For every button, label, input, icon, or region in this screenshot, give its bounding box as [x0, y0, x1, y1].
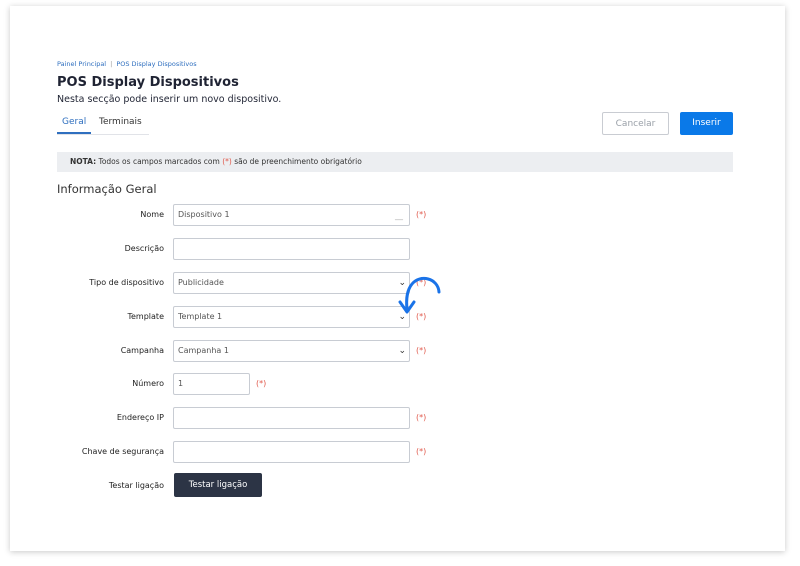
tipo-value: Publicidade: [178, 278, 224, 287]
breadcrumb-current[interactable]: POS Display Dispositivos: [116, 60, 196, 68]
campanha-value: Campanha 1: [178, 346, 229, 355]
insert-button[interactable]: Inserir: [680, 112, 733, 135]
tab-bar: Geral Terminais: [57, 114, 149, 135]
campanha-required: (*): [416, 346, 427, 355]
page-subtitle: Nesta secção pode inserir um novo dispos…: [57, 94, 282, 105]
descricao-label: Descrição: [124, 244, 164, 253]
ip-input[interactable]: [173, 407, 410, 429]
note-prefix: NOTA:: [70, 157, 97, 166]
nome-input[interactable]: Dispositivo 1 __: [173, 204, 410, 226]
numero-label: Número: [132, 379, 164, 388]
numero-input[interactable]: 1: [173, 373, 250, 395]
tipo-label: Tipo de dispositivo: [89, 278, 164, 287]
breadcrumb: Painel Principal | POS Display Dispositivo…: [57, 60, 197, 68]
campanha-select[interactable]: Campanha 1 ⌄: [173, 340, 410, 362]
ip-label: Endereço IP: [116, 413, 164, 422]
note-text-before: Todos os campos marcados com: [96, 157, 223, 166]
curved-arrow-icon: [398, 276, 441, 314]
note-text-after: são de preenchimento obrigatório: [231, 157, 362, 166]
nome-label: Nome: [140, 210, 164, 219]
tipo-select[interactable]: Publicidade ⌄: [173, 272, 410, 294]
numero-required: (*): [256, 379, 267, 388]
section-title: Informação Geral: [57, 182, 157, 196]
template-label: Template: [127, 312, 164, 321]
page-title: POS Display Dispositivos: [57, 75, 239, 90]
ip-required: (*): [416, 413, 427, 422]
tab-terminais[interactable]: Terminais: [99, 114, 142, 133]
breadcrumb-separator: |: [110, 60, 113, 68]
tab-geral[interactable]: Geral: [57, 114, 92, 134]
chave-required: (*): [416, 447, 427, 456]
chevron-down-icon: ⌄: [398, 346, 406, 356]
chave-label: Chave de segurança: [81, 447, 164, 456]
numero-value: 1: [178, 379, 184, 388]
descricao-input[interactable]: [173, 238, 410, 260]
testar-label: Testar ligação: [108, 481, 164, 490]
nome-required: (*): [416, 210, 427, 219]
note-marker: (*): [222, 157, 232, 166]
chave-input[interactable]: [173, 441, 410, 463]
test-connection-button[interactable]: Testar ligação: [174, 473, 262, 497]
nome-value: Dispositivo 1: [178, 210, 230, 219]
template-select[interactable]: Template 1 ⌄: [173, 306, 410, 328]
campanha-label: Campanha: [120, 346, 164, 355]
cancel-button[interactable]: Cancelar: [602, 112, 669, 135]
required-note: NOTA: Todos os campos marcados com (*) s…: [57, 152, 733, 172]
breadcrumb-home[interactable]: Painel Principal: [57, 60, 106, 68]
template-value: Template 1: [178, 312, 223, 321]
input-underline-icon: __: [395, 211, 403, 220]
